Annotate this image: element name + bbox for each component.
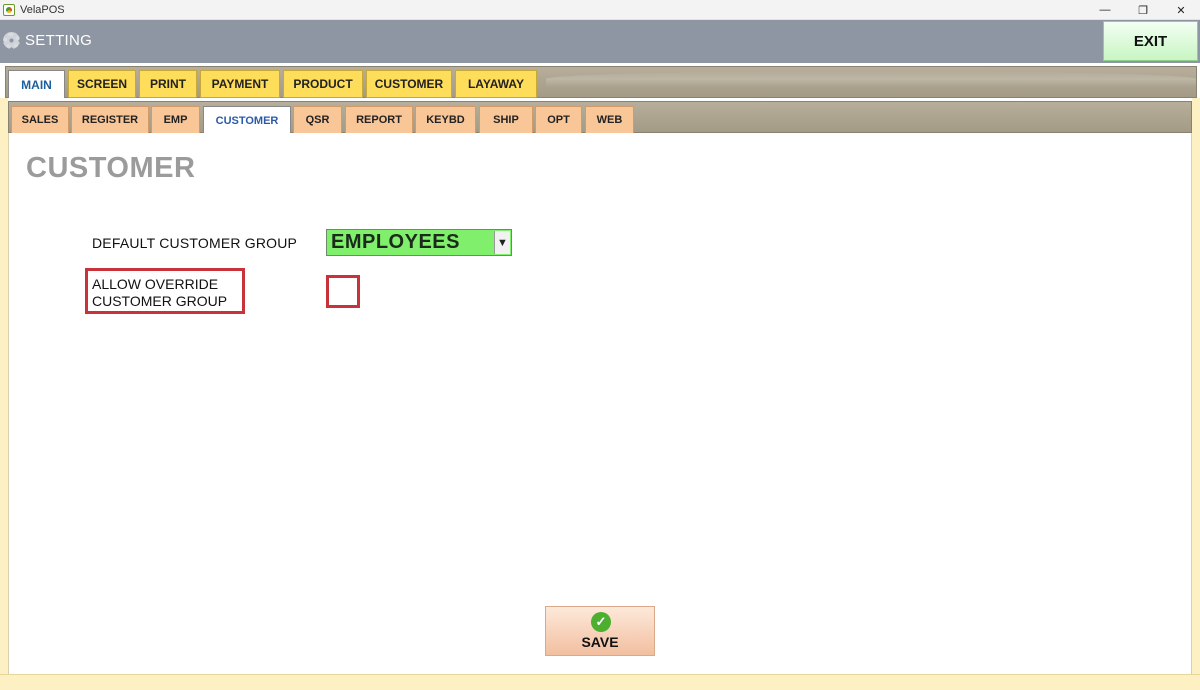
chevron-down-icon[interactable]: ▼: [494, 231, 510, 254]
tab-layaway[interactable]: LAYAWAY: [455, 70, 537, 98]
subtab-customer[interactable]: CUSTOMER: [203, 106, 291, 134]
page-title: SETTING: [25, 32, 93, 49]
window-titlebar: VelaPOS — ❐ ✕: [0, 0, 1200, 20]
minimize-button[interactable]: —: [1086, 0, 1124, 20]
window-controls: — ❐ ✕: [1086, 0, 1200, 20]
tab-main[interactable]: MAIN: [8, 70, 65, 98]
gear-icon: [3, 32, 20, 49]
subtab-sales[interactable]: SALES: [11, 106, 69, 134]
subtab-opt[interactable]: OPT: [535, 106, 582, 134]
section-title: CUSTOMER: [26, 152, 196, 184]
app-icon: [3, 3, 15, 16]
tab-product[interactable]: PRODUCT: [283, 70, 363, 98]
exit-button[interactable]: EXIT: [1103, 21, 1198, 61]
bottom-status-bar: [0, 674, 1200, 690]
settings-content-panel: [8, 133, 1192, 674]
settings-header: SETTING: [0, 20, 1200, 63]
subtab-ship[interactable]: SHIP: [479, 106, 533, 134]
save-button[interactable]: ✓ SAVE: [545, 606, 655, 656]
restore-button[interactable]: ❐: [1124, 0, 1162, 20]
subtab-qsr[interactable]: QSR: [293, 106, 342, 134]
subtab-keybd[interactable]: KEYBD: [415, 106, 476, 134]
subtab-register[interactable]: REGISTER: [71, 106, 149, 134]
override-label-line1: ALLOW OVERRIDE: [92, 276, 219, 292]
default-customer-group-select[interactable]: EMPLOYEES ▼: [326, 229, 512, 256]
allow-override-customer-group-label: ALLOW OVERRIDE CUSTOMER GROUP: [92, 276, 242, 310]
right-frame: [1192, 98, 1200, 674]
tab-payment[interactable]: PAYMENT: [200, 70, 280, 98]
default-customer-group-value: EMPLOYEES: [331, 231, 460, 253]
checkmark-icon: ✓: [591, 612, 611, 632]
close-button[interactable]: ✕: [1162, 0, 1200, 20]
override-label-line2: CUSTOMER GROUP: [92, 293, 228, 309]
sub-tab-strip: SALES REGISTER EMP CUSTOMER QSR REPORT K…: [8, 101, 1192, 134]
allow-override-checkbox[interactable]: [326, 275, 360, 308]
main-tab-strip: MAIN SCREEN PRINT PAYMENT PRODUCT CUSTOM…: [5, 66, 1197, 98]
subtab-report[interactable]: REPORT: [345, 106, 413, 134]
default-customer-group-label: DEFAULT CUSTOMER GROUP: [92, 235, 298, 251]
subtab-emp[interactable]: EMP: [151, 106, 200, 134]
save-label: SAVE: [581, 634, 619, 650]
subtab-web[interactable]: WEB: [585, 106, 634, 134]
window-title: VelaPOS: [20, 3, 65, 16]
left-frame: [0, 98, 8, 674]
tab-customer[interactable]: CUSTOMER: [366, 70, 452, 98]
tab-screen[interactable]: SCREEN: [68, 70, 136, 98]
tab-print[interactable]: PRINT: [139, 70, 197, 98]
